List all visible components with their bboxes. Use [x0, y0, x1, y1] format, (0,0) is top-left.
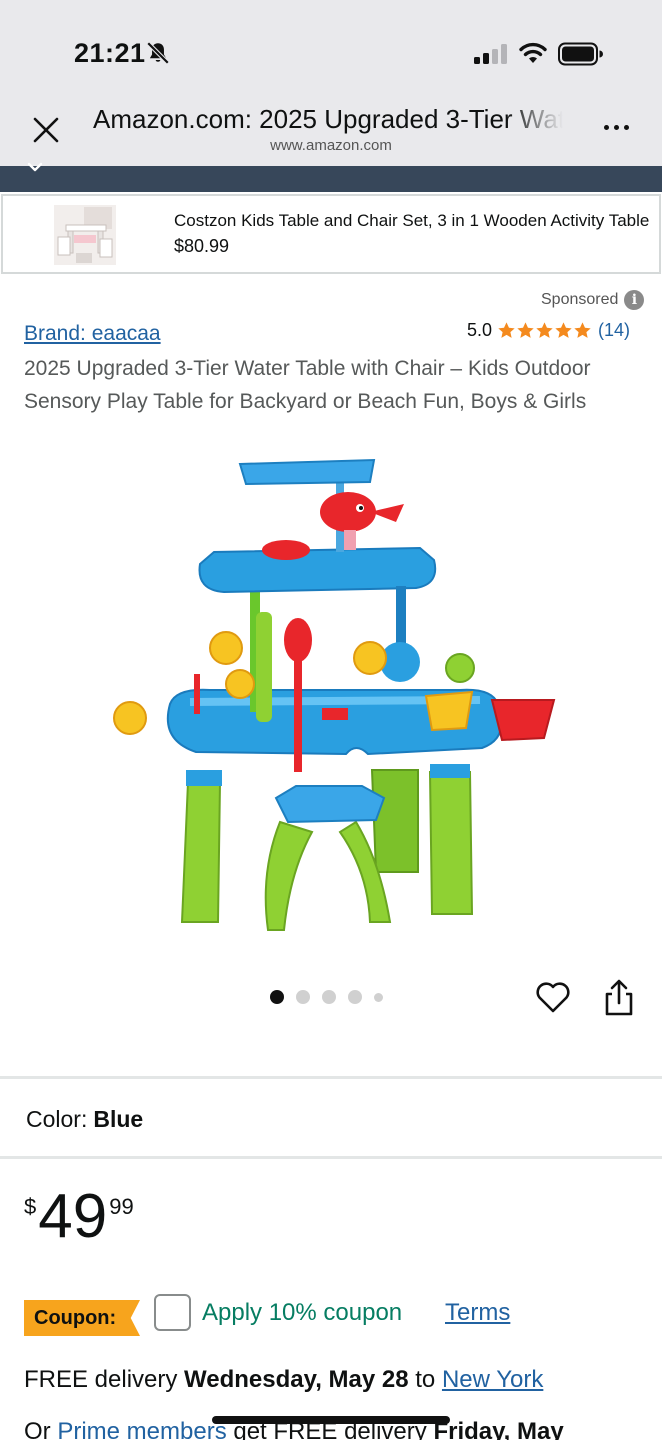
price: $ 49 99 [24, 1186, 134, 1248]
prime-date: Friday, May [433, 1418, 564, 1440]
ad-product-price: $80.99 [174, 236, 230, 256]
rating-stars [497, 321, 592, 340]
page-title: Amazon.com: 2025 Upgraded 3-Tier Water T… [93, 104, 563, 134]
divider [0, 1156, 662, 1159]
carousel-dot[interactable] [374, 992, 383, 1002]
info-icon[interactable]: i [624, 290, 645, 310]
star-icon [574, 322, 591, 338]
cellular-signal-icon [474, 44, 507, 64]
rating-summary[interactable]: 5.0 (14) [467, 320, 630, 341]
prime-members-link[interactable]: Prime members [57, 1418, 226, 1440]
sponsored-text: Sponsored [541, 291, 619, 308]
rating-value: 5.0 [467, 320, 493, 340]
more-options-button[interactable] [596, 112, 636, 142]
brand-link[interactable]: Brand: eaacaa [24, 322, 161, 346]
sponsored-ad-banner[interactable]: Costzon Kids Table and Chair Set, 3 in 1… [1, 194, 661, 274]
share-icon[interactable] [602, 978, 636, 1018]
sponsored-label[interactable]: Sponsored i [541, 290, 645, 310]
ad-product-thumbnail [54, 205, 116, 265]
ad-product-title[interactable]: Costzon Kids Table and Chair Set, 3 in 1… [174, 211, 658, 231]
status-time: 21:21 [74, 38, 146, 68]
color-label: Color: [26, 1106, 88, 1132]
home-indicator[interactable] [212, 1416, 450, 1424]
coupon-checkbox[interactable] [154, 1294, 191, 1331]
color-value: Blue [93, 1106, 144, 1132]
star-icon [536, 322, 553, 338]
price-fraction: 99 [109, 1194, 134, 1219]
price-symbol: $ [24, 1194, 37, 1219]
rating-count[interactable]: (14) [598, 320, 630, 341]
nav-strip [0, 166, 662, 192]
battery-icon [558, 42, 603, 66]
carousel-dot[interactable] [296, 990, 310, 1004]
chevron-down-icon[interactable] [27, 160, 43, 176]
coupon-text[interactable]: Apply 10% coupon [202, 1299, 402, 1327]
coupon-badge: Coupon: [24, 1300, 140, 1336]
delivery-prefix: FREE delivery [24, 1366, 185, 1393]
delivery-location-link[interactable]: New York [442, 1366, 543, 1393]
image-carousel-dots[interactable] [270, 990, 383, 1004]
delivery-date: Wednesday, May 28 [184, 1366, 409, 1393]
color-selector[interactable]: Color: Blue [26, 1106, 143, 1133]
more-horizontal-icon [603, 124, 609, 130]
browser-chrome: 21:21 Amazon.com: 2025 Upgraded 3-Tier W… [0, 0, 662, 166]
prime-prefix: Or [24, 1418, 58, 1440]
page-url: www.amazon.com [270, 137, 392, 154]
carousel-dot[interactable] [322, 990, 336, 1004]
product-title: 2025 Upgraded 3-Tier Water Table with Ch… [24, 357, 591, 413]
bell-slash-icon [146, 41, 170, 65]
divider [0, 1076, 662, 1079]
delivery-to: to [408, 1366, 442, 1393]
delivery-info: FREE delivery Wednesday, May 28 to New Y… [24, 1366, 543, 1394]
price-whole: 49 [38, 1182, 108, 1251]
star-icon [517, 322, 534, 338]
star-icon [498, 322, 515, 338]
heart-icon[interactable] [534, 978, 572, 1016]
wifi-icon [519, 42, 547, 63]
product-image[interactable] [100, 452, 560, 942]
star-icon [555, 322, 572, 338]
carousel-dot[interactable] [270, 990, 284, 1004]
coupon-terms-link[interactable]: Terms [445, 1299, 510, 1327]
carousel-dot[interactable] [348, 990, 362, 1004]
